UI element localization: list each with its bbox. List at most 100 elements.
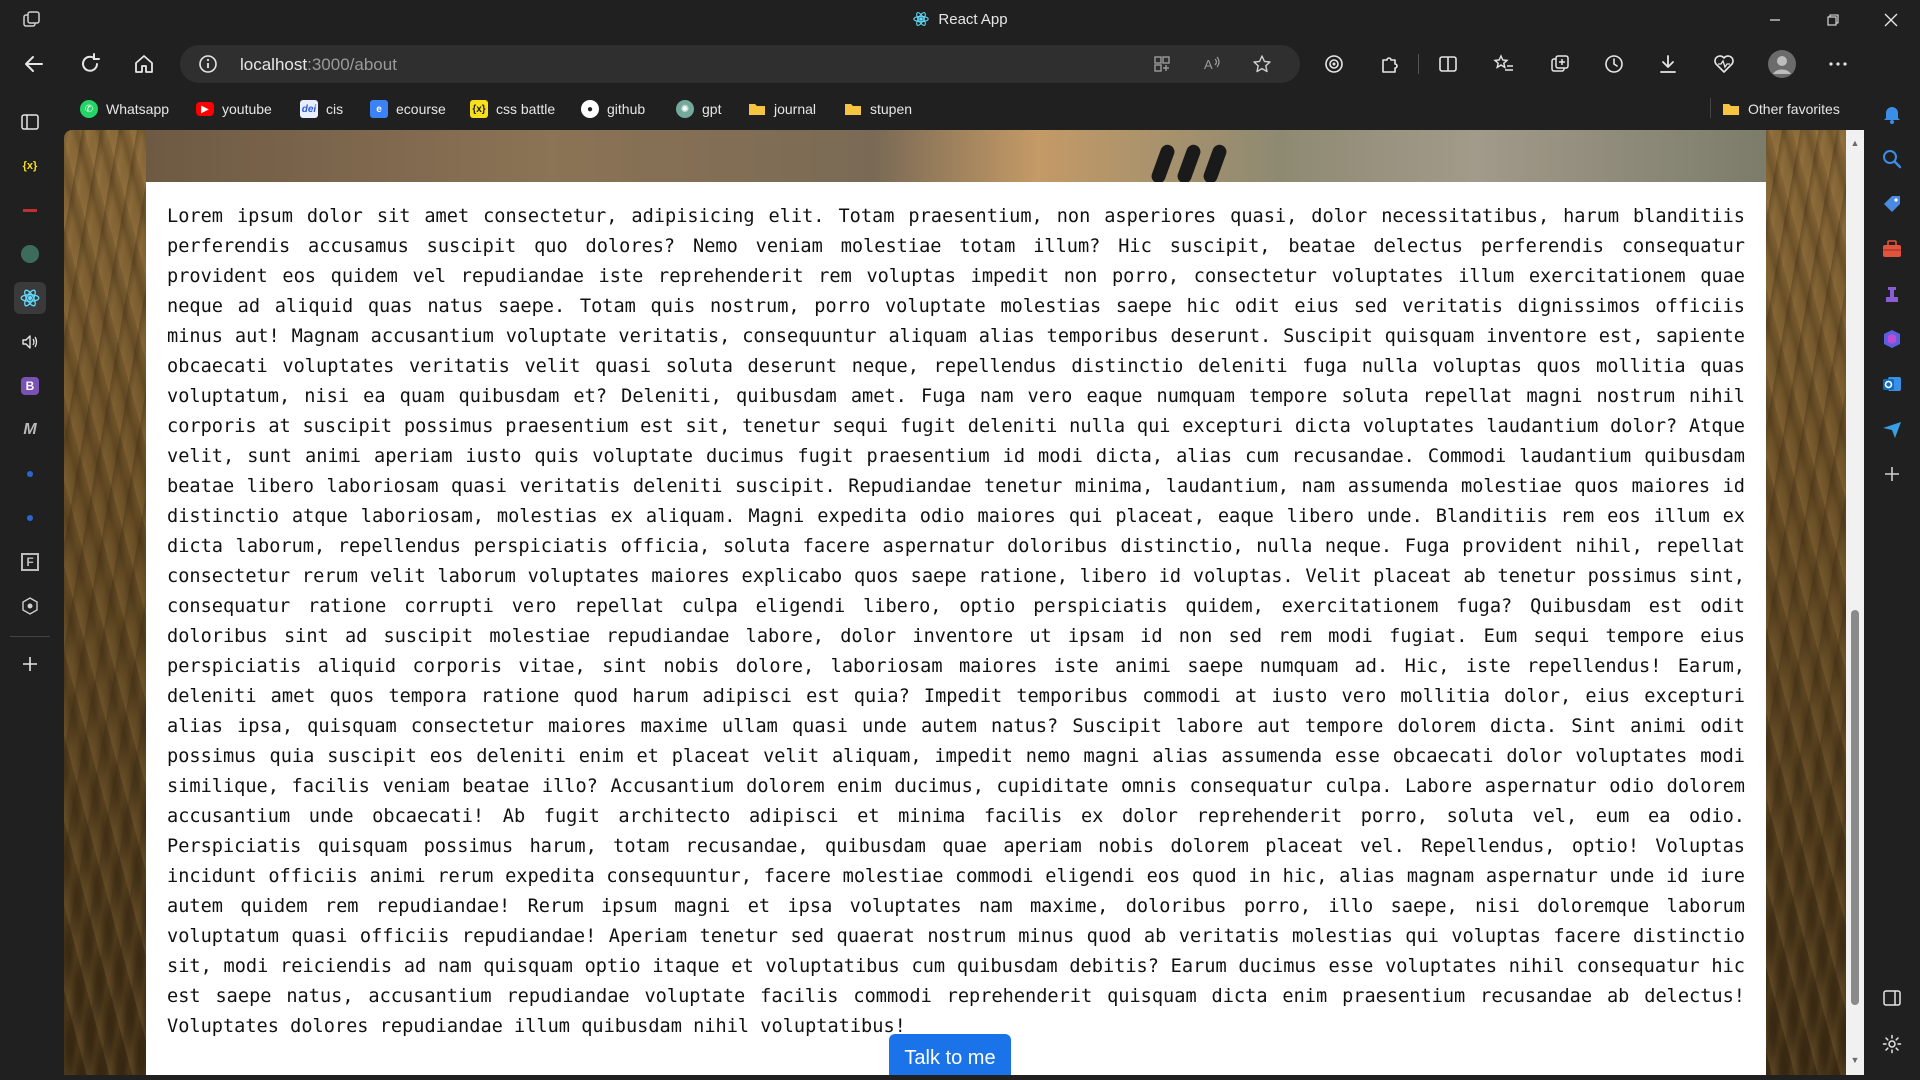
profile-button[interactable] (1764, 46, 1800, 82)
tab-audio[interactable] (14, 326, 46, 358)
cube-icon (22, 597, 38, 615)
site-info-icon[interactable] (198, 54, 218, 74)
page-viewport[interactable]: Lorem ipsum dolor sit amet consectetur, … (64, 130, 1864, 1075)
folder-icon (749, 104, 765, 115)
tools-button[interactable] (1878, 235, 1906, 263)
tab-react-app-active[interactable] (14, 282, 46, 314)
favorite-label: github (607, 101, 646, 117)
favorite-whatsapp[interactable]: ✆ Whatsapp (80, 98, 169, 120)
extension-button-1[interactable] (1316, 46, 1352, 82)
tab-search-1[interactable] (14, 458, 46, 490)
split-screen-button[interactable] (1430, 46, 1466, 82)
games-button[interactable] (1878, 280, 1906, 308)
sidebar-toggle-icon (1883, 990, 1901, 1006)
history-button[interactable] (1596, 46, 1632, 82)
about-card: Lorem ipsum dolor sit amet consectetur, … (146, 182, 1766, 1075)
url-text[interactable]: localhost:3000/about (240, 55, 397, 75)
about-text: Lorem ipsum dolor sit amet consectetur, … (167, 206, 1745, 1037)
favorite-ecourse[interactable]: e ecourse (370, 98, 446, 120)
settings-more-button[interactable] (1820, 46, 1856, 82)
shopping-button[interactable] (1878, 190, 1906, 218)
tab-search-2[interactable] (14, 502, 46, 534)
bootstrap-icon: B (21, 377, 39, 395)
microsoft-365-button[interactable] (1878, 325, 1906, 353)
tab-item-cube[interactable] (14, 590, 46, 622)
tiger-stripe (1175, 142, 1203, 182)
tiger-stripe (1201, 142, 1229, 182)
sidebar-search-button[interactable] (1878, 145, 1906, 173)
tiger-stripe (1149, 142, 1177, 182)
outlook-button[interactable] (1878, 370, 1906, 398)
scroll-up-arrow-icon[interactable]: ▲ (1850, 138, 1860, 148)
split-screen-icon (1439, 56, 1457, 72)
back-button[interactable] (16, 46, 52, 82)
f-icon: F (21, 553, 39, 571)
tab-item-m[interactable]: M (14, 414, 46, 446)
favorite-cis[interactable]: dei cis (300, 98, 343, 120)
cis-icon: dei (300, 100, 318, 118)
downloads-button[interactable] (1650, 46, 1686, 82)
minimize-button[interactable] (1752, 0, 1798, 40)
tab-gpt[interactable] (14, 238, 46, 270)
scroll-down-arrow-icon[interactable]: ▼ (1850, 1055, 1860, 1065)
extensions-button[interactable] (1372, 46, 1408, 82)
favorite-gpt[interactable]: ✺ gpt (676, 98, 721, 120)
refresh-button[interactable] (72, 46, 108, 82)
ecourse-icon: e (370, 100, 388, 118)
tab-css-battle[interactable]: {x} (14, 150, 46, 182)
new-tab-button[interactable] (14, 648, 46, 680)
favorite-label: cis (326, 101, 344, 117)
add-sidebar-app-button[interactable] (1878, 460, 1906, 488)
gpt-icon (21, 245, 39, 263)
favorites-divider (1710, 98, 1711, 118)
favorite-label: journal (774, 101, 817, 117)
notifications-button[interactable] (1878, 100, 1906, 128)
favorite-star-icon[interactable] (1252, 54, 1272, 74)
search-icon (27, 471, 33, 477)
talk-to-me-button[interactable]: Talk to me (889, 1034, 1011, 1075)
favorite-stupen-folder[interactable]: stupen (844, 98, 912, 120)
tab-item-2[interactable] (14, 194, 46, 226)
m365-icon (1884, 330, 1900, 348)
react-icon (20, 289, 40, 307)
favorite-youtube[interactable]: ▶ youtube (196, 98, 272, 120)
favorite-css-battle[interactable]: {x} css battle (470, 98, 555, 120)
plus-icon (23, 657, 37, 671)
target-icon (1325, 55, 1343, 73)
tab-actions-button[interactable] (14, 106, 46, 138)
read-aloud-icon[interactable]: A (1202, 54, 1222, 74)
tab-item-f[interactable]: F (14, 546, 46, 578)
hero-image (146, 130, 1766, 182)
restore-icon (1827, 14, 1839, 26)
scrollbar-thumb[interactable] (1851, 610, 1859, 1005)
favorite-github[interactable]: ● github (581, 98, 645, 120)
vertical-tabs-sidebar: {x} B M F (0, 100, 60, 1080)
gpt-icon: ✺ (676, 100, 694, 118)
collections-button[interactable] (1542, 46, 1578, 82)
favorite-journal-folder[interactable]: journal (748, 98, 816, 120)
tab-bootstrap[interactable]: B (14, 370, 46, 402)
close-button[interactable] (1868, 0, 1914, 40)
hide-sidebar-button[interactable] (1878, 984, 1906, 1012)
speaker-icon (22, 335, 38, 349)
restore-button[interactable] (1810, 0, 1856, 40)
heart-pulse-icon (1714, 55, 1734, 73)
favorites-bar: ✆ Whatsapp ▶ youtube dei cis e ecourse {… (0, 88, 1920, 128)
sidebar-settings-button[interactable] (1878, 1030, 1906, 1058)
tab-panel-icon (21, 114, 39, 130)
url-path: :3000/about (307, 55, 397, 74)
search-icon (27, 515, 33, 521)
favorite-label: css battle (496, 101, 556, 117)
home-button[interactable] (126, 46, 162, 82)
favorites-button[interactable] (1486, 46, 1522, 82)
favorite-label: Whatsapp (106, 101, 170, 117)
window-title: React App (0, 10, 1920, 28)
page-scrollbar[interactable]: ▲ ▼ (1846, 130, 1864, 1075)
favorite-label: ecourse (396, 101, 446, 117)
performance-button[interactable] (1706, 46, 1742, 82)
other-favorites[interactable]: Other favorites (1722, 98, 1840, 120)
drop-button[interactable] (1878, 415, 1906, 443)
favorites-list-icon (1493, 54, 1513, 71)
address-bar[interactable]: localhost:3000/about A (180, 45, 1300, 83)
app-available-icon[interactable] (1152, 54, 1172, 74)
